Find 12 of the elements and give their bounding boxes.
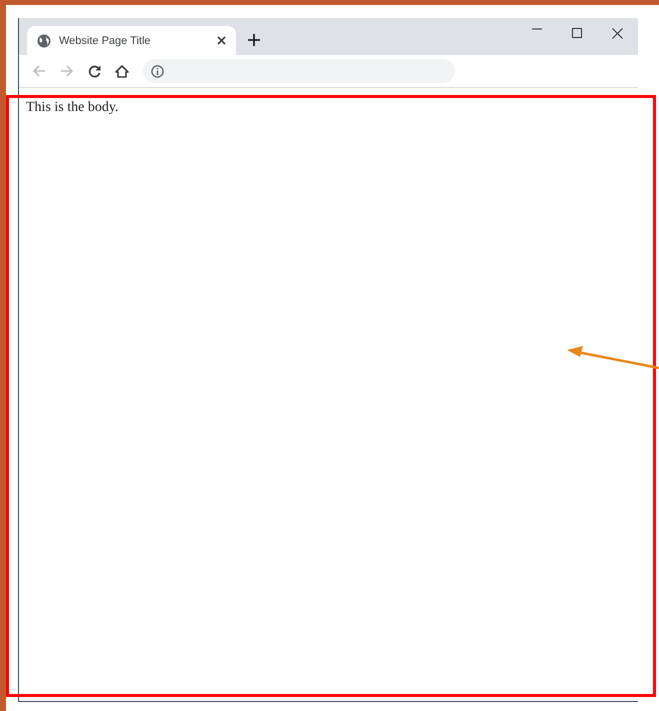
tab-title: Website Page Title bbox=[59, 34, 152, 46]
globe-icon bbox=[37, 34, 51, 48]
minimize-icon[interactable] bbox=[532, 28, 542, 30]
close-icon[interactable] bbox=[612, 28, 623, 39]
new-tab-icon[interactable] bbox=[248, 34, 260, 46]
home-icon[interactable] bbox=[115, 64, 129, 78]
info-icon[interactable] bbox=[151, 64, 164, 78]
body-text: This is the body. bbox=[26, 100, 120, 116]
reload-icon[interactable] bbox=[88, 64, 101, 78]
close-icon[interactable] bbox=[217, 36, 226, 45]
browser-tab[interactable]: Website Page Title bbox=[27, 26, 236, 55]
maximize-icon[interactable] bbox=[572, 28, 582, 38]
